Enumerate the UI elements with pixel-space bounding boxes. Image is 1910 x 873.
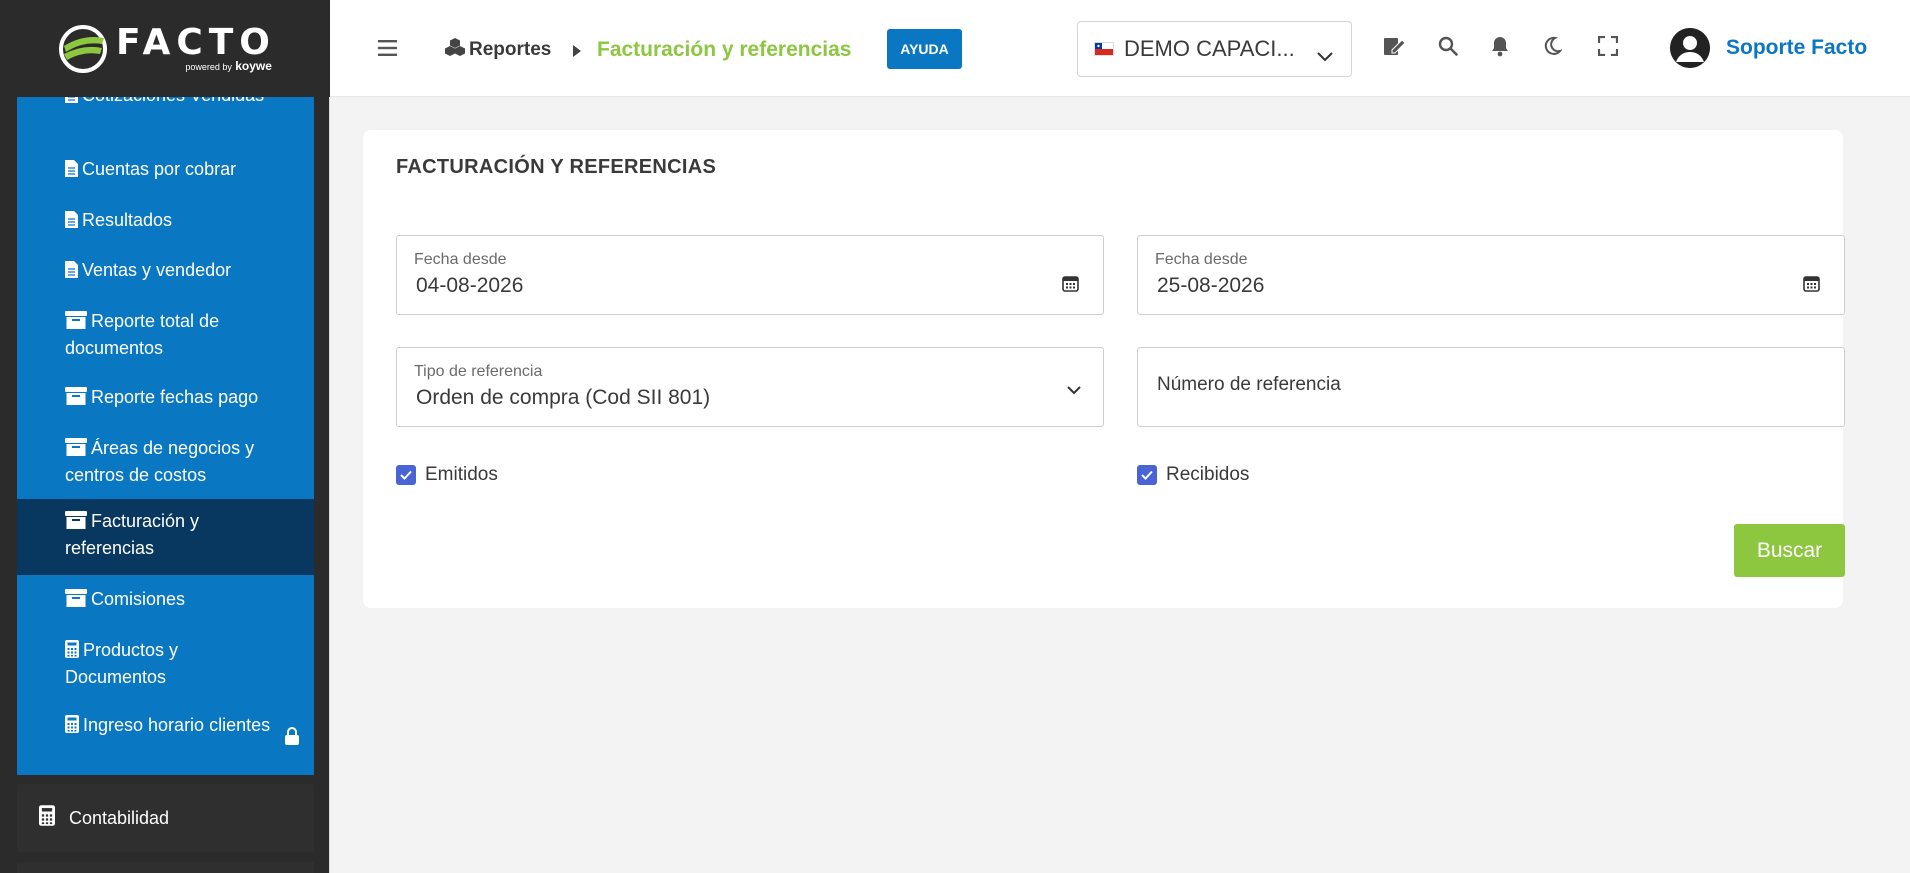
fullscreen-icon[interactable] — [1597, 35, 1619, 61]
sidebar-item-label: Comisiones — [91, 589, 186, 609]
reference-number-placeholder: Número de referencia — [1157, 374, 1341, 395]
sidebar-item-comisiones[interactable]: Comisiones — [17, 587, 314, 614]
emitidos-checkbox[interactable]: Emitidos — [396, 464, 498, 486]
lock-icon — [284, 727, 300, 752]
sidebar-section-label: Contabilidad — [69, 807, 170, 828]
check-icon[interactable] — [1137, 465, 1157, 485]
breadcrumb-reportes[interactable]: Reportes — [445, 38, 551, 62]
date-to-field[interactable]: Fecha desde 25-08-2026 — [1137, 235, 1845, 315]
calculator-icon — [65, 640, 79, 665]
moon-icon[interactable] — [1542, 36, 1563, 61]
sidebar-item-ingreso-horario-clientes[interactable]: Ingreso horario clientes — [17, 713, 314, 745]
sidebar-divider — [329, 0, 330, 873]
bell-icon[interactable] — [1490, 36, 1510, 62]
document-icon — [65, 159, 78, 184]
signature-icon[interactable] — [1384, 36, 1406, 61]
logo-powered-by: powered by koywe — [185, 58, 272, 73]
facto-logo-icon — [58, 24, 108, 74]
sidebar-item-label: Reporte fechas pago — [91, 387, 259, 407]
field-label: Tipo de referencia — [414, 363, 543, 380]
archive-icon — [65, 311, 87, 336]
sidebar-item-productos-documentos[interactable]: Productos y Documentos — [17, 638, 314, 690]
reference-type-select[interactable]: Tipo de referencia Orden de compra (Cod … — [396, 347, 1104, 427]
archive-icon — [65, 511, 87, 536]
search-button[interactable]: Buscar — [1734, 524, 1845, 577]
calendar-icon[interactable] — [1062, 275, 1079, 297]
chile-flag-icon — [1094, 42, 1114, 56]
sidebar-item-label: Cuentas por cobrar — [82, 159, 237, 179]
sidebar-item-areas-negocios[interactable]: Áreas de negocios y centros de costos — [17, 436, 314, 488]
sidebar-item-label: Cotizaciones Vendidas — [82, 97, 264, 105]
top-header: Reportes Facturación y referencias AYUDA… — [330, 0, 1910, 97]
cubes-icon — [445, 38, 465, 62]
calculator-icon — [39, 805, 55, 831]
recibidos-label: Recibidos — [1166, 464, 1250, 485]
logo[interactable]: FACTO powered by koywe — [0, 0, 330, 97]
chevron-down-icon — [1067, 382, 1081, 400]
archive-icon — [65, 589, 87, 614]
emitidos-label: Emitidos — [425, 464, 498, 485]
sidebar-item-label: Ingreso horario clientes — [83, 715, 271, 735]
sidebar-next-section — [17, 862, 314, 873]
field-label: Fecha desde — [1155, 251, 1248, 268]
calendar-icon[interactable] — [1803, 275, 1820, 297]
calculator-icon — [65, 715, 79, 740]
reportes-submenu: Cotizaciones Vendidas Cuentas por cobrar… — [17, 97, 314, 775]
reference-type-value: Orden de compra (Cod SII 801) — [416, 386, 711, 409]
user-name[interactable]: Soporte Facto — [1726, 36, 1867, 60]
date-from-value[interactable]: 04-08-2026 — [416, 274, 523, 298]
filter-card: FACTURACIÓN Y REFERENCIAS Fecha desde 04… — [363, 130, 1845, 608]
page-title: FACTURACIÓN Y REFERENCIAS — [396, 156, 717, 178]
document-icon — [65, 260, 78, 285]
help-button[interactable]: AYUDA — [887, 29, 962, 69]
sidebar: FACTO powered by koywe Cotizaciones Vend… — [0, 0, 330, 873]
document-icon — [65, 97, 78, 110]
sidebar-item-label: Productos y Documentos — [65, 640, 179, 687]
sidebar-item-facturacion-referencias[interactable]: Facturación y referencias — [17, 499, 314, 575]
sidebar-item-label: Ventas y vendedor — [82, 260, 232, 280]
chevron-down-icon — [1317, 42, 1333, 68]
sidebar-section-contabilidad[interactable]: Contabilidad — [17, 784, 314, 852]
archive-icon — [65, 387, 87, 412]
hamburger-menu-icon[interactable] — [378, 40, 397, 61]
sidebar-item-label: Reporte total de documentos — [65, 311, 220, 358]
sidebar-item-resultados[interactable]: Resultados — [17, 208, 314, 235]
company-name: DEMO CAPACI... — [1124, 36, 1295, 61]
sidebar-item-label: Áreas de negocios y centros de costos — [65, 438, 255, 485]
company-selector[interactable]: DEMO CAPACI... — [1077, 21, 1352, 77]
breadcrumb-root-label: Reportes — [469, 39, 552, 60]
date-to-value[interactable]: 25-08-2026 — [1157, 274, 1264, 298]
sidebar-item-cuentas-por-cobrar[interactable]: Cuentas por cobrar — [17, 157, 314, 184]
sidebar-item-reporte-fechas-pago[interactable]: Reporte fechas pago — [17, 385, 314, 412]
document-icon — [65, 210, 78, 235]
search-icon[interactable] — [1438, 36, 1458, 61]
breadcrumb-current: Facturación y referencias — [597, 38, 852, 61]
field-label: Fecha desde — [414, 251, 507, 268]
sidebar-item-label: Resultados — [82, 210, 173, 230]
reference-number-input[interactable]: Número de referencia — [1137, 347, 1845, 427]
date-from-field[interactable]: Fecha desde 04-08-2026 — [396, 235, 1104, 315]
logo-wordmark: FACTO — [116, 21, 276, 63]
caret-right-icon — [573, 44, 581, 62]
check-icon[interactable] — [396, 465, 416, 485]
sidebar-item-cotizaciones-vendidas[interactable]: Cotizaciones Vendidas — [17, 97, 314, 135]
archive-icon — [65, 438, 87, 463]
recibidos-checkbox[interactable]: Recibidos — [1137, 464, 1249, 486]
sidebar-item-reporte-total-documentos[interactable]: Reporte total de documentos — [17, 309, 314, 361]
avatar[interactable] — [1670, 28, 1710, 68]
sidebar-item-ventas-y-vendedor[interactable]: Ventas y vendedor — [17, 258, 314, 285]
